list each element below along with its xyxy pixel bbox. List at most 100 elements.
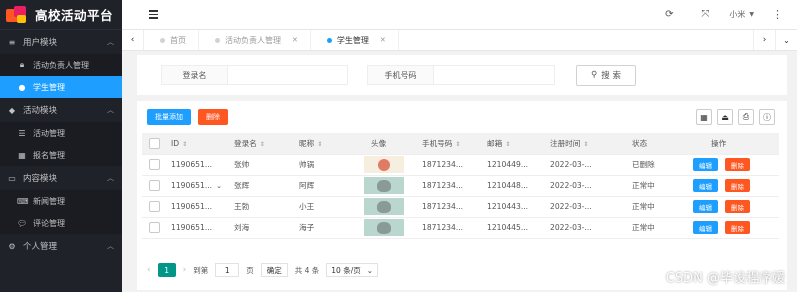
phone-input[interactable] xyxy=(433,65,555,85)
sidebar-item-leader[interactable]: 🔒︎ 活动负责人管理 xyxy=(0,54,122,76)
cell-phone: 1871234... xyxy=(417,217,482,239)
sidebar-item-signups[interactable]: ▦ 报名管理 xyxy=(0,144,122,166)
col-label: 操作 xyxy=(711,138,727,148)
cell-actions: 编辑 删除 xyxy=(683,196,779,218)
row-checkbox[interactable] xyxy=(149,222,160,233)
cell-nickname: 阿辉 xyxy=(294,175,359,197)
cell-nickname: 小王 xyxy=(294,196,359,218)
nav-group-content[interactable]: ▭ 内容模块 ︿ xyxy=(0,166,122,190)
sort-icon[interactable]: ⇕ xyxy=(317,141,322,148)
close-icon[interactable]: ✕ xyxy=(380,36,386,44)
col-phone[interactable]: 手机号码 ⇕ xyxy=(417,133,482,155)
col-id[interactable]: ID ⇕ xyxy=(166,133,229,155)
search-button[interactable]: ⚲ 搜 索 xyxy=(576,64,636,86)
cell-id-text: 1190651... xyxy=(171,181,213,190)
user-name: 小米 xyxy=(729,10,746,19)
table-row: 1190651... ⌄ 张辉 阿辉 1871234... 1210448... … xyxy=(142,175,779,197)
info-icon[interactable]: ⓘ xyxy=(759,109,775,125)
row-checkbox[interactable] xyxy=(149,159,160,170)
cell-username: 张帅 xyxy=(229,154,294,176)
user-icon: ● xyxy=(18,82,26,92)
cell-registered: 2022-03-... xyxy=(545,175,620,197)
cell-status: 正常中 xyxy=(620,175,683,197)
students-table: ID ⇕ 登录名 ⇕ 昵称 ⇕ 头像 手机号码 ⇕ 邮箱 ⇕ 注册时间 ⇕ 状态 操作 11… xyxy=(142,133,779,239)
export-icon[interactable]: ⏏ xyxy=(717,109,733,125)
chevron-down-icon[interactable]: ⌄ xyxy=(216,182,222,190)
edit-button[interactable]: 编辑 xyxy=(693,200,718,213)
search-form: 登录名 手机号码 ⚲ 搜 索 xyxy=(137,55,787,95)
cell-actions: 编辑 删除 xyxy=(683,217,779,239)
tab-leader[interactable]: 活动负责人管理 ✕ xyxy=(199,30,311,50)
sidebar: 高校活动平台 ≡ 用户模块 ︿ 🔒︎ 活动负责人管理 ● 学生管理 ◆ 活动模块… xyxy=(0,0,122,292)
col-email[interactable]: 邮箱 ⇕ xyxy=(482,133,545,155)
nav-group-label: 个人管理 xyxy=(23,242,58,252)
page-size-select[interactable]: 10 条/页 ⌄ xyxy=(326,263,379,277)
print-icon[interactable]: ⎙ xyxy=(738,109,754,125)
batch-delete-button[interactable]: 删除 xyxy=(198,109,228,125)
close-icon[interactable]: ✕ xyxy=(292,36,298,44)
delete-button[interactable]: 删除 xyxy=(725,179,750,192)
tab-home[interactable]: 首页 xyxy=(144,30,199,50)
sort-icon[interactable]: ⇕ xyxy=(505,141,510,148)
fullscreen-icon[interactable]: ⤧ xyxy=(687,9,723,20)
tabs-left-icon[interactable]: ‹ xyxy=(122,30,144,50)
lock-icon: 🔒︎ xyxy=(19,60,25,69)
cell-avatar xyxy=(359,196,417,218)
delete-button[interactable]: 删除 xyxy=(725,158,750,171)
columns-icon[interactable]: ▦ xyxy=(696,109,712,125)
nav-group-personal[interactable]: ⚙ 个人管理 ︿ xyxy=(0,234,122,258)
sidebar-item-label: 新闻管理 xyxy=(33,196,65,206)
user-menu[interactable]: 小米 ▼ xyxy=(729,9,754,20)
edit-button[interactable]: 编辑 xyxy=(693,221,718,234)
sidebar-item-students[interactable]: ● 学生管理 xyxy=(0,76,122,98)
next-page-icon[interactable]: › xyxy=(183,265,187,275)
top-header: ⟳ ⤧ 小米 ▼ ⋮ xyxy=(122,0,797,30)
nav-group-user[interactable]: ≡ 用户模块 ︿ xyxy=(0,30,122,54)
page-input[interactable]: 1 xyxy=(215,263,240,277)
edit-button[interactable]: 编辑 xyxy=(693,179,718,192)
sidebar-item-activities[interactable]: ☰ 活动管理 xyxy=(0,122,122,144)
total-count: 共 4 条 xyxy=(294,265,320,275)
refresh-icon[interactable]: ⟳ xyxy=(651,9,687,20)
delete-button[interactable]: 删除 xyxy=(725,200,750,213)
page-confirm-button[interactable]: 确定 xyxy=(260,263,288,277)
cell-email: 1210448... xyxy=(482,175,545,197)
tab-students[interactable]: 学生管理 ✕ xyxy=(311,30,399,50)
select-all-checkbox[interactable] xyxy=(149,137,160,149)
more-icon[interactable]: ⋮ xyxy=(772,8,783,21)
row-checkbox[interactable] xyxy=(149,180,160,191)
sidebar-toggle-icon[interactable] xyxy=(149,10,158,19)
col-registered[interactable]: 注册时间 ⇕ xyxy=(545,133,620,155)
row-checkbox[interactable] xyxy=(149,201,160,212)
prev-page-icon[interactable]: ‹ xyxy=(147,265,151,275)
username-input[interactable] xyxy=(227,65,348,85)
col-status: 状态 xyxy=(620,133,683,155)
tab-dot xyxy=(160,37,165,43)
col-nickname[interactable]: 昵称 ⇕ xyxy=(294,133,359,155)
cell-username: 刘海 xyxy=(229,217,294,239)
col-label: 昵称 xyxy=(299,138,315,148)
app-title: 高校活动平台 xyxy=(35,8,114,23)
sidebar-item-label: 活动负责人管理 xyxy=(33,60,89,70)
sidebar-item-news[interactable]: ⌨ 新闻管理 xyxy=(0,190,122,212)
username-label: 登录名 xyxy=(161,65,227,85)
table-row: 1190651... 王勃 小王 1871234... 1210443... 2… xyxy=(142,196,779,218)
delete-button[interactable]: 删除 xyxy=(725,221,750,234)
sort-icon[interactable]: ⇕ xyxy=(182,141,187,148)
sidebar-item-label: 评论管理 xyxy=(33,218,65,228)
tabs-right-icon[interactable]: › xyxy=(753,30,775,50)
page-number-current[interactable]: 1 xyxy=(157,263,176,277)
pagination: ‹ 1 › 到第 1 页 确定 共 4 条 10 条/页 ⌄ xyxy=(147,263,379,277)
sort-icon[interactable]: ⇕ xyxy=(455,141,460,148)
table-row: 1190651... 张帅 帅锅 1871234... 1210449... 2… xyxy=(142,154,779,176)
sidebar-item-comments[interactable]: 💬︎ 评论管理 xyxy=(0,212,122,234)
cell-phone: 1871234... xyxy=(417,196,482,218)
chevron-down-icon[interactable]: ⌄ xyxy=(775,30,797,50)
sort-icon[interactable]: ⇕ xyxy=(583,141,588,148)
nav-group-activity[interactable]: ◆ 活动模块 ︿ xyxy=(0,98,122,122)
search-button-label: 搜 索 xyxy=(601,71,621,81)
sort-icon[interactable]: ⇕ xyxy=(260,141,265,148)
edit-button[interactable]: 编辑 xyxy=(693,158,718,171)
col-username[interactable]: 登录名 ⇕ xyxy=(229,133,294,155)
batch-add-button[interactable]: 批量添加 xyxy=(147,109,191,125)
